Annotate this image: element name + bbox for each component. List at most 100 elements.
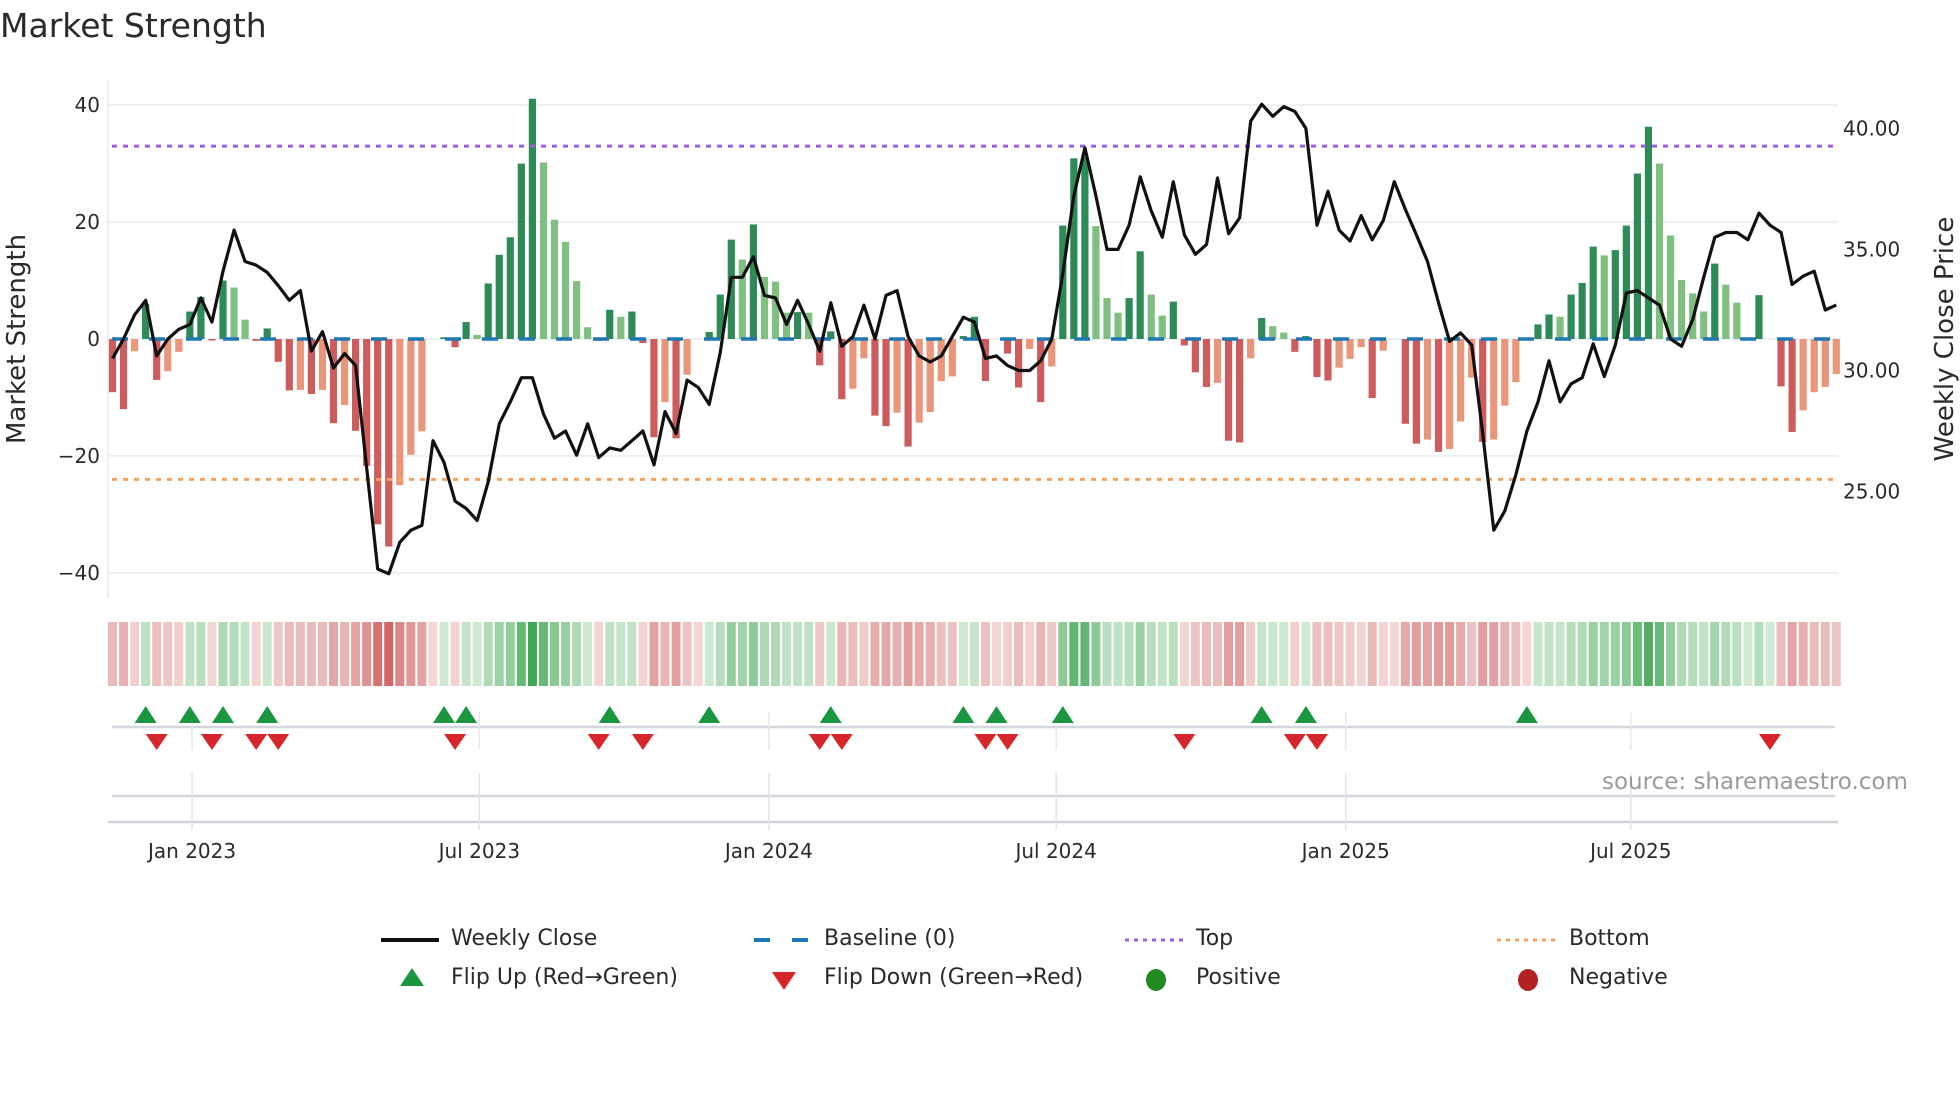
heat-cell	[826, 622, 836, 686]
bar-positive	[771, 281, 780, 339]
heat-cell	[638, 622, 648, 686]
bar-positive	[1556, 316, 1564, 339]
bar-negative	[937, 339, 945, 382]
heat-cell	[1213, 622, 1222, 686]
heat-cell	[1025, 622, 1035, 686]
y2-tick-label: 25.00	[1843, 479, 1900, 503]
heat-cell	[1456, 622, 1466, 686]
bar-positive	[794, 312, 802, 339]
heat-cell	[1268, 622, 1278, 686]
flip-up-marker	[985, 706, 1008, 723]
heat-cell	[362, 622, 372, 686]
heat-cell	[395, 622, 405, 686]
bar-positive	[749, 224, 757, 339]
heat-cell	[550, 622, 559, 686]
heat-cell	[804, 622, 814, 686]
bar-positive	[1644, 126, 1653, 340]
heat-cell	[527, 622, 537, 686]
heat-cell	[980, 622, 990, 686]
bar-negative	[1357, 339, 1365, 348]
bar-negative	[108, 339, 117, 393]
heat-cell	[1290, 622, 1300, 686]
bar-positive	[1114, 312, 1122, 339]
heat-cell	[914, 622, 924, 686]
dotted-line-icon	[1125, 938, 1183, 942]
heat-cell	[1666, 622, 1676, 686]
bar-positive	[1622, 225, 1630, 339]
heat-cell	[1478, 622, 1488, 686]
bar-negative	[1191, 339, 1199, 373]
heat-cell	[1632, 622, 1642, 686]
heat-cell	[1434, 622, 1443, 686]
heat-cell	[1688, 622, 1698, 686]
flip-up-marker	[1294, 706, 1317, 723]
heat-cell	[1345, 622, 1355, 686]
heat-cell	[295, 622, 305, 686]
heat-cell	[185, 622, 195, 686]
bar-negative	[119, 339, 128, 410]
bar-positive	[561, 241, 570, 339]
heat-cell	[1588, 622, 1598, 686]
heat-cell	[837, 622, 847, 686]
bar-positive	[550, 219, 559, 339]
y2-tick-label: 40.00	[1843, 116, 1900, 140]
bar-negative	[374, 339, 382, 525]
heat-cell	[1776, 622, 1786, 686]
heat-cell	[815, 622, 825, 686]
bar-positive	[1678, 279, 1686, 339]
heat-cell	[1787, 622, 1797, 686]
heat-cell	[406, 622, 416, 686]
heat-cell	[108, 622, 117, 686]
bar-positive	[539, 162, 548, 339]
legend-label: Positive	[1196, 965, 1281, 990]
bar-positive	[1280, 332, 1288, 339]
flip-down-marker	[245, 734, 268, 750]
heat-cell	[1146, 622, 1156, 686]
heat-cell	[660, 622, 670, 686]
bar-negative	[1832, 339, 1840, 375]
y-axis-title: Market Strength	[2, 234, 32, 444]
heat-cell	[218, 622, 228, 686]
bar-negative	[838, 339, 846, 400]
bar-negative	[1368, 339, 1376, 399]
heat-cell	[207, 622, 217, 686]
heat-cell	[1113, 622, 1123, 686]
bar-positive	[1534, 324, 1542, 339]
bar-negative	[1379, 339, 1387, 351]
heat-cell	[1511, 622, 1521, 686]
flip-down-marker	[267, 734, 290, 750]
heat-cell	[439, 622, 449, 686]
heat-cell	[1246, 622, 1256, 686]
bar-negative	[1457, 339, 1465, 422]
bar-negative	[1213, 339, 1222, 383]
heat-cell	[1036, 622, 1046, 686]
bar-positive	[1589, 246, 1597, 339]
bar-negative	[318, 339, 327, 390]
heat-cell	[1323, 622, 1333, 686]
heat-cell	[505, 622, 515, 686]
heat-cell	[262, 622, 272, 686]
heat-cell	[605, 622, 615, 686]
flip-down-marker	[1305, 734, 1328, 750]
bar-positive	[495, 254, 503, 339]
heat-cell	[229, 622, 239, 686]
flip-up-marker	[1250, 706, 1273, 723]
bar-negative	[1810, 339, 1818, 393]
circle-green-icon	[1146, 969, 1166, 991]
bar-positive	[1711, 263, 1719, 339]
heat-cell	[494, 622, 504, 686]
heat-cell	[417, 622, 427, 686]
bar-positive	[506, 237, 514, 339]
heat-cell	[119, 622, 129, 686]
heat-cell	[1831, 622, 1841, 686]
heat-cell	[782, 622, 792, 686]
heat-cell	[1080, 622, 1090, 686]
heat-cell	[373, 622, 383, 686]
flip-down-marker	[996, 734, 1019, 750]
heat-cell	[649, 622, 659, 686]
heat-cell	[1378, 622, 1388, 686]
heat-cell	[1445, 622, 1455, 686]
bar-positive	[462, 322, 470, 339]
heat-cell	[771, 622, 780, 686]
heat-cell	[1389, 622, 1399, 686]
